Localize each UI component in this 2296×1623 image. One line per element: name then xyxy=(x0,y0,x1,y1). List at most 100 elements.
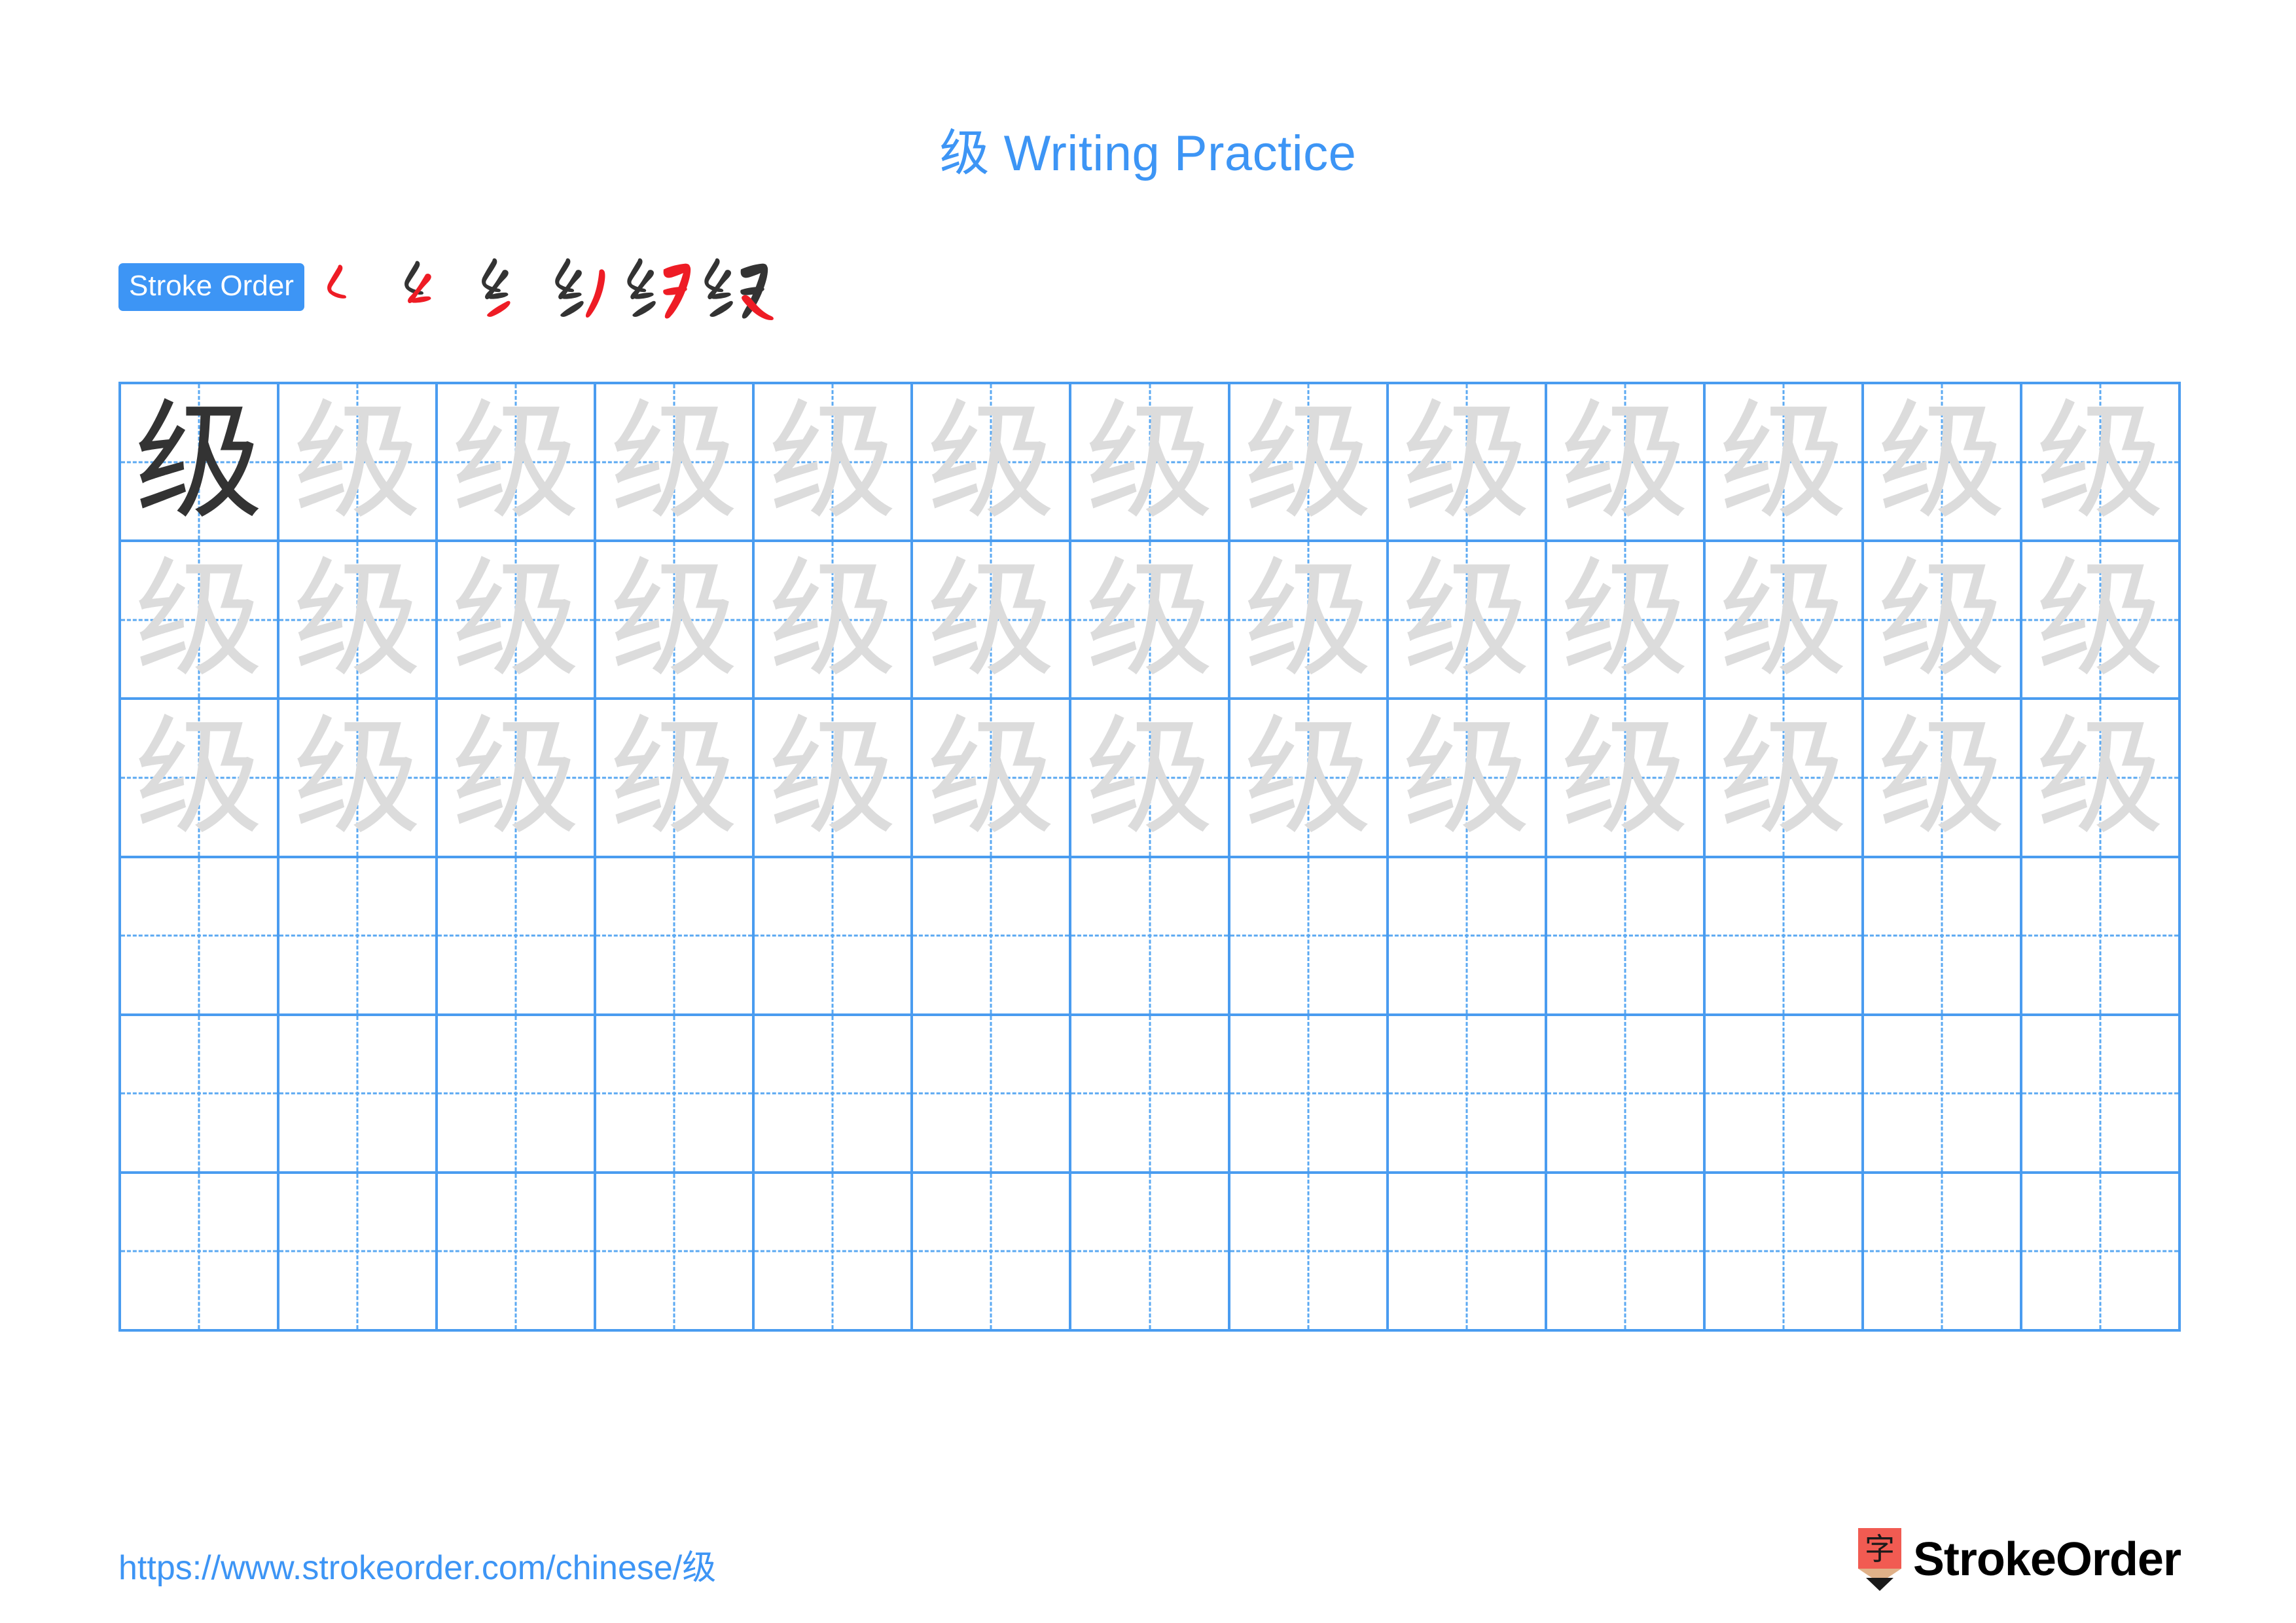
grid-cell[interactable]: 级 xyxy=(1705,542,1864,701)
trace-character: 级 xyxy=(1244,387,1372,537)
grid-cell[interactable]: 级 xyxy=(1863,542,2022,701)
grid-cell[interactable]: 级 xyxy=(279,542,439,701)
grid-cell[interactable]: 级 xyxy=(2022,542,2181,701)
grid-cell[interactable]: 级 xyxy=(596,384,755,543)
grid-cell[interactable]: 级 xyxy=(755,384,914,543)
grid-cell[interactable]: 级 xyxy=(121,700,280,858)
grid-cell[interactable] xyxy=(438,1173,597,1332)
grid-cell[interactable] xyxy=(1388,858,1547,1016)
logo-character-glyph: 字 xyxy=(1865,1531,1895,1567)
grid-cell[interactable]: 级 xyxy=(1071,542,1230,701)
grid-cell[interactable]: 级 xyxy=(2022,700,2181,858)
grid-cell[interactable] xyxy=(438,1015,597,1174)
grid-cell[interactable] xyxy=(1705,1173,1864,1332)
grid-cell[interactable]: 级 xyxy=(755,542,914,701)
grid-cell[interactable]: 级 xyxy=(1230,384,1389,543)
grid-row xyxy=(121,1015,2181,1174)
stroke-order-badge: Stroke Order xyxy=(118,263,304,311)
grid-cell[interactable]: 级 xyxy=(913,700,1072,858)
grid-cell[interactable]: 级 xyxy=(596,542,755,701)
grid-cell[interactable] xyxy=(279,1173,439,1332)
grid-cell[interactable]: 级 xyxy=(755,700,914,858)
grid-cell[interactable] xyxy=(596,1015,755,1174)
trace-character: 级 xyxy=(1560,545,1689,695)
grid-cell[interactable] xyxy=(913,1173,1072,1332)
grid-cell[interactable] xyxy=(1547,1015,1706,1174)
grid-cell[interactable] xyxy=(1071,1173,1230,1332)
trace-character: 级 xyxy=(1244,545,1372,695)
grid-cell[interactable] xyxy=(1863,858,2022,1016)
footer-url-prefix: https://www.strokeorder.com/chinese/ xyxy=(118,1549,683,1587)
grid-cell[interactable] xyxy=(1705,1015,1864,1174)
grid-cell[interactable] xyxy=(1230,858,1389,1016)
practice-grid: 级级级级级级级级级级级级级级级级级级级级级级级级级级级级级级级级级级级级级级级 xyxy=(118,382,2181,1332)
grid-cell[interactable] xyxy=(2022,1015,2181,1174)
grid-cell[interactable]: 级 xyxy=(279,700,439,858)
grid-cell[interactable] xyxy=(1071,1015,1230,1174)
grid-cell[interactable] xyxy=(1547,858,1706,1016)
grid-cell[interactable]: 级 xyxy=(438,384,597,543)
grid-cell[interactable] xyxy=(2022,858,2181,1016)
grid-cell[interactable] xyxy=(1071,858,1230,1016)
grid-cell[interactable]: 级 xyxy=(1863,700,2022,858)
stroke-order-steps xyxy=(315,251,778,322)
grid-cell[interactable] xyxy=(913,858,1072,1016)
grid-cell[interactable] xyxy=(1705,858,1864,1016)
grid-cell[interactable] xyxy=(1388,1015,1547,1174)
trace-character: 级 xyxy=(452,702,581,852)
grid-cell[interactable]: 级 xyxy=(1388,384,1547,543)
grid-cell[interactable]: 级 xyxy=(1705,384,1864,543)
grid-cell[interactable] xyxy=(121,858,280,1016)
grid-cell[interactable]: 级 xyxy=(438,542,597,701)
grid-cell[interactable] xyxy=(2022,1173,2181,1332)
grid-cell[interactable] xyxy=(279,1015,439,1174)
grid-cell[interactable] xyxy=(596,858,755,1016)
grid-cell[interactable]: 级 xyxy=(1547,700,1706,858)
grid-cell[interactable]: 级 xyxy=(1547,384,1706,543)
grid-cell[interactable] xyxy=(755,1015,914,1174)
grid-cell[interactable] xyxy=(121,1015,280,1174)
trace-character: 级 xyxy=(1719,387,1848,537)
grid-cell[interactable]: 级 xyxy=(438,700,597,858)
brand-name: StrokeOrder xyxy=(1912,1533,2181,1586)
grid-cell[interactable]: 级 xyxy=(121,542,280,701)
grid-row: 级级级级级级级级级级级级级 xyxy=(121,542,2181,701)
grid-cell[interactable]: 级 xyxy=(1071,384,1230,543)
trace-character: 级 xyxy=(135,545,264,695)
grid-cell[interactable] xyxy=(1230,1015,1389,1174)
page-title-character: 级 xyxy=(939,124,990,182)
trace-character: 级 xyxy=(1402,702,1531,852)
grid-cell[interactable]: 级 xyxy=(1547,542,1706,701)
grid-cell[interactable] xyxy=(755,858,914,1016)
grid-cell[interactable]: 级 xyxy=(121,384,280,543)
page-title: 级 Writing Practice xyxy=(0,113,2296,185)
grid-cell[interactable] xyxy=(755,1173,914,1332)
grid-cell[interactable] xyxy=(1230,1173,1389,1332)
grid-cell[interactable]: 级 xyxy=(596,700,755,858)
grid-cell[interactable]: 级 xyxy=(1230,542,1389,701)
grid-cell[interactable]: 级 xyxy=(1705,700,1864,858)
grid-cell[interactable] xyxy=(121,1173,280,1332)
grid-cell[interactable] xyxy=(279,858,439,1016)
footer-url[interactable]: https://www.strokeorder.com/chinese/级 xyxy=(118,1540,716,1589)
grid-cell[interactable] xyxy=(438,858,597,1016)
grid-cell[interactable]: 级 xyxy=(279,384,439,543)
grid-cell[interactable] xyxy=(1863,1173,2022,1332)
grid-cell[interactable]: 级 xyxy=(1388,700,1547,858)
grid-cell[interactable]: 级 xyxy=(913,542,1072,701)
grid-cell[interactable] xyxy=(1863,1015,2022,1174)
grid-cell[interactable] xyxy=(1547,1173,1706,1332)
grid-cell[interactable]: 级 xyxy=(2022,384,2181,543)
trace-character: 级 xyxy=(927,387,1056,537)
grid-cell[interactable] xyxy=(913,1015,1072,1174)
grid-cell[interactable]: 级 xyxy=(1071,700,1230,858)
grid-cell[interactable]: 级 xyxy=(1388,542,1547,701)
grid-cell[interactable] xyxy=(596,1173,755,1332)
trace-character: 级 xyxy=(293,387,422,537)
model-character: 级 xyxy=(135,387,264,537)
grid-cell[interactable]: 级 xyxy=(1230,700,1389,858)
grid-cell[interactable]: 级 xyxy=(1863,384,2022,543)
trace-character: 级 xyxy=(1560,387,1689,537)
grid-cell[interactable]: 级 xyxy=(913,384,1072,543)
grid-cell[interactable] xyxy=(1388,1173,1547,1332)
